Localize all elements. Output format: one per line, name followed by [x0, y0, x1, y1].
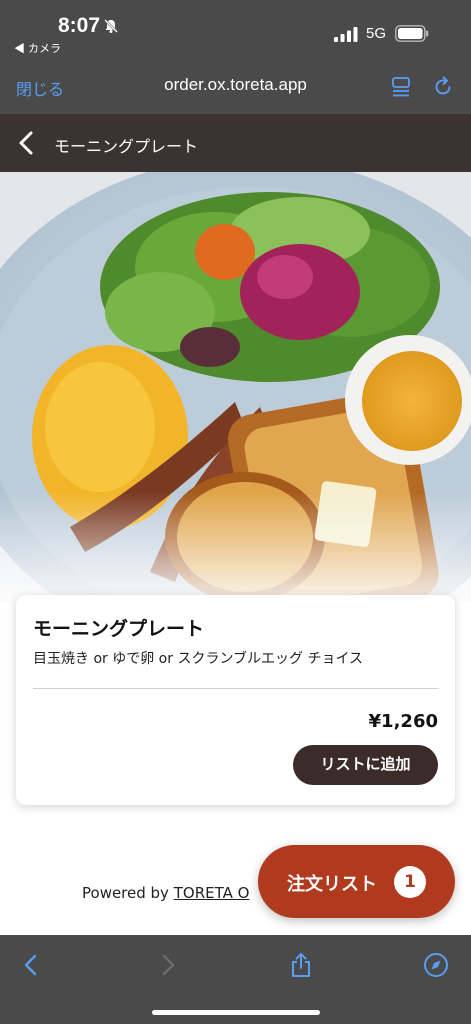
forward-icon: [162, 954, 175, 976]
add-to-list-button[interactable]: リストに追加: [293, 745, 438, 785]
divider: [33, 688, 438, 689]
product-name: モーニングプレート: [33, 618, 205, 640]
powered-by-prefix: Powered by: [82, 884, 174, 902]
product-card: モーニングプレート 目玉焼き or ゆで卵 or スクランブルエッグ チョイス …: [16, 595, 455, 805]
status-time: 8:07: [58, 14, 101, 37]
compass-icon[interactable]: [423, 952, 449, 978]
page-title: モーニングプレート: [54, 137, 199, 156]
signal-icon: [334, 27, 358, 42]
browser-bar: 閉じる order.ox.toreta.app: [0, 58, 471, 114]
home-indicator: [152, 1010, 320, 1015]
status-bar: 8:07 ◀ カメラ 5G: [0, 0, 471, 58]
back-icon[interactable]: [18, 952, 44, 978]
product-price: ¥1,260: [368, 711, 438, 732]
product-image: [0, 172, 471, 602]
powered-by: Powered by TORETA O: [82, 884, 249, 902]
network-type: 5G: [366, 25, 387, 42]
chevron-left-icon[interactable]: [16, 130, 38, 156]
app-header: モーニングプレート: [0, 114, 471, 172]
mute-icon: [104, 19, 118, 33]
back-to-app-link[interactable]: ◀ カメラ: [14, 40, 61, 56]
reload-icon[interactable]: [432, 76, 454, 98]
order-list-label: 注文リスト: [287, 874, 377, 895]
battery-icon: [395, 25, 429, 42]
toreta-link[interactable]: TORETA O: [174, 884, 250, 902]
product-description: 目玉焼き or ゆで卵 or スクランブルエッグ チョイス: [33, 651, 364, 667]
menu-icon[interactable]: [390, 76, 412, 98]
share-icon[interactable]: [288, 952, 314, 978]
order-list-button[interactable]: 注文リスト 1: [258, 845, 455, 918]
order-count-badge: 1: [394, 866, 426, 898]
